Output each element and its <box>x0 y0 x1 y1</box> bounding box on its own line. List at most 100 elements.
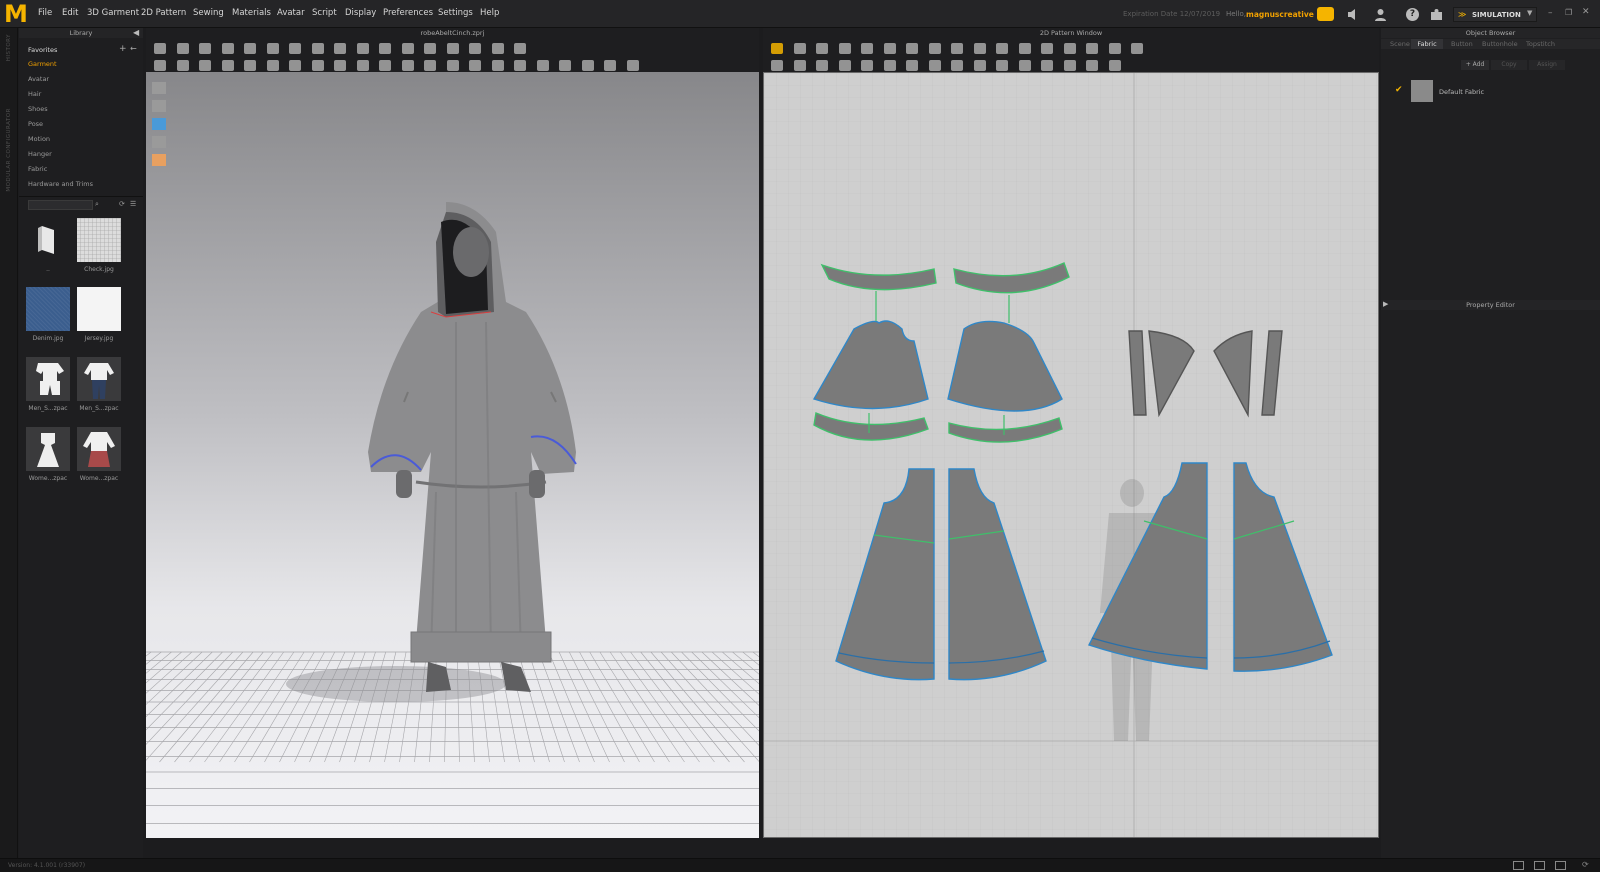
add-favorite-icon[interactable]: + <box>119 44 127 54</box>
2d-tool-icon[interactable] <box>996 60 1008 71</box>
3d-tool-icon[interactable] <box>446 60 459 71</box>
2d-tool-icon[interactable] <box>1108 43 1121 54</box>
men-shirt-shorts-thumb[interactable] <box>26 357 70 401</box>
3d-tool-icon[interactable] <box>199 43 211 54</box>
2d-tool-icon[interactable] <box>771 60 783 71</box>
library-item-hair[interactable]: Hair <box>28 90 41 98</box>
3d-tool-icon[interactable] <box>379 43 391 54</box>
2d-tool-icon[interactable] <box>793 60 806 71</box>
2d-tool-icon[interactable] <box>816 43 828 54</box>
2d-tool-icon[interactable] <box>928 60 941 71</box>
3d-tool-icon[interactable] <box>469 60 481 71</box>
denim-fabric-thumb[interactable] <box>26 287 70 331</box>
2d-tool-icon[interactable] <box>996 43 1008 54</box>
2d-tool-icon[interactable] <box>861 60 873 71</box>
women-jacket-skirt-thumb[interactable] <box>77 427 121 471</box>
back-icon[interactable]: ← <box>130 44 137 53</box>
3d-tool-icon[interactable] <box>401 43 414 54</box>
3d-tool-icon[interactable] <box>154 43 166 54</box>
history-tab[interactable]: HISTORY <box>6 34 12 61</box>
3d-tool-icon[interactable] <box>199 60 211 71</box>
jersey-fabric-thumb[interactable] <box>77 287 121 331</box>
library-item-motion[interactable]: Motion <box>28 135 50 143</box>
2d-tool-icon[interactable] <box>838 60 851 71</box>
men-shirt-pants-thumb[interactable] <box>77 357 121 401</box>
library-search-input[interactable] <box>28 200 93 210</box>
3d-tool-icon[interactable] <box>379 60 391 71</box>
cloud-sync-icon[interactable] <box>1317 7 1334 21</box>
modular-configurator-tab[interactable]: MODULAR CONFIGURATOR <box>6 108 12 192</box>
layout-2d-icon[interactable] <box>1555 861 1566 870</box>
2d-tool-icon[interactable] <box>1131 43 1143 54</box>
minimize-icon[interactable]: – <box>1548 8 1553 18</box>
speaker-icon[interactable] <box>1346 8 1359 21</box>
3d-tool-icon[interactable] <box>334 60 346 71</box>
tab-button[interactable]: Button <box>1451 40 1473 48</box>
3d-tool-icon[interactable] <box>289 60 301 71</box>
2d-tool-icon[interactable] <box>951 60 963 71</box>
3d-tool-icon[interactable] <box>244 60 256 71</box>
viewport-side-tools[interactable] <box>152 82 166 166</box>
menu-avatar[interactable]: Avatar <box>277 8 305 18</box>
3d-tool-icon[interactable] <box>446 43 459 54</box>
tab-topstitch[interactable]: Topstitch <box>1526 40 1555 48</box>
3d-tool-icon[interactable] <box>334 43 346 54</box>
3d-tool-icon[interactable] <box>491 43 504 54</box>
plugin-icon[interactable] <box>1430 8 1443 21</box>
library-item-shoes[interactable]: Shoes <box>28 105 48 113</box>
fabric-name[interactable]: Default Fabric <box>1439 88 1484 96</box>
library-item-hardware-and-trims[interactable]: Hardware and Trims <box>28 180 93 188</box>
fabric-swatch[interactable] <box>1411 80 1433 102</box>
3d-tool-icon[interactable] <box>514 60 526 71</box>
library-item-hanger[interactable]: Hanger <box>28 150 52 158</box>
2d-tool-icon[interactable] <box>1108 60 1121 71</box>
dropdown-arrow-icon[interactable]: ▼ <box>1527 9 1532 17</box>
2d-tool-icon[interactable] <box>1041 43 1053 54</box>
2d-tool-icon[interactable] <box>883 43 896 54</box>
collapse-arrow-icon[interactable]: ◀ <box>133 28 139 37</box>
menu-settings[interactable]: Settings <box>438 8 473 18</box>
3d-tool-icon[interactable] <box>424 43 436 54</box>
library-item-garment[interactable]: Garment <box>28 60 57 68</box>
2d-tool-icon[interactable] <box>928 43 941 54</box>
username[interactable]: magnuscreative <box>1246 10 1314 19</box>
tab-buttonhole[interactable]: Buttonhole <box>1482 40 1518 48</box>
3d-tool-icon[interactable] <box>536 60 549 71</box>
2d-tool-icon[interactable] <box>1063 43 1076 54</box>
3d-tool-icon[interactable] <box>266 43 279 54</box>
3d-tool-icon[interactable] <box>154 60 166 71</box>
tab-scene[interactable]: Scene <box>1390 40 1410 48</box>
pattern-window[interactable] <box>763 72 1379 838</box>
viewport-3d[interactable] <box>146 72 759 838</box>
2d-tool-icon[interactable] <box>838 43 851 54</box>
menu-2d-pattern[interactable]: 2D Pattern <box>141 8 186 18</box>
3d-tool-icon[interactable] <box>581 60 594 71</box>
menu-file[interactable]: File <box>38 8 52 18</box>
menu-sewing[interactable]: Sewing <box>193 8 224 18</box>
3d-tool-icon[interactable] <box>221 43 234 54</box>
2d-tool-icon[interactable] <box>973 60 986 71</box>
3d-tool-icon[interactable] <box>176 43 189 54</box>
menu-script[interactable]: Script <box>312 8 337 18</box>
3d-tool-icon[interactable] <box>311 43 324 54</box>
3d-tool-icon[interactable] <box>469 43 481 54</box>
3d-tool-icon[interactable] <box>266 60 279 71</box>
help-icon[interactable]: ? <box>1406 8 1419 21</box>
2d-tool-icon[interactable] <box>1086 43 1098 54</box>
assign-fabric-button[interactable]: Assign <box>1529 60 1565 70</box>
women-dress-thumb[interactable] <box>26 427 70 471</box>
library-item-pose[interactable]: Pose <box>28 120 43 128</box>
3d-tool-icon[interactable] <box>221 60 234 71</box>
2d-tool-icon[interactable] <box>1041 60 1053 71</box>
2d-tool-icon[interactable] <box>883 60 896 71</box>
menu-materials[interactable]: Materials <box>232 8 271 18</box>
2d-tool-icon[interactable] <box>861 43 873 54</box>
3d-tool-icon[interactable] <box>289 43 301 54</box>
layout-3d-icon[interactable] <box>1513 861 1524 870</box>
menu-edit[interactable]: Edit <box>62 8 78 18</box>
menu-display[interactable]: Display <box>345 8 376 18</box>
3d-tool-icon[interactable] <box>514 43 526 54</box>
3d-tool-icon[interactable] <box>424 60 436 71</box>
2d-tool-icon[interactable] <box>906 60 918 71</box>
3d-tool-icon[interactable] <box>559 60 571 71</box>
